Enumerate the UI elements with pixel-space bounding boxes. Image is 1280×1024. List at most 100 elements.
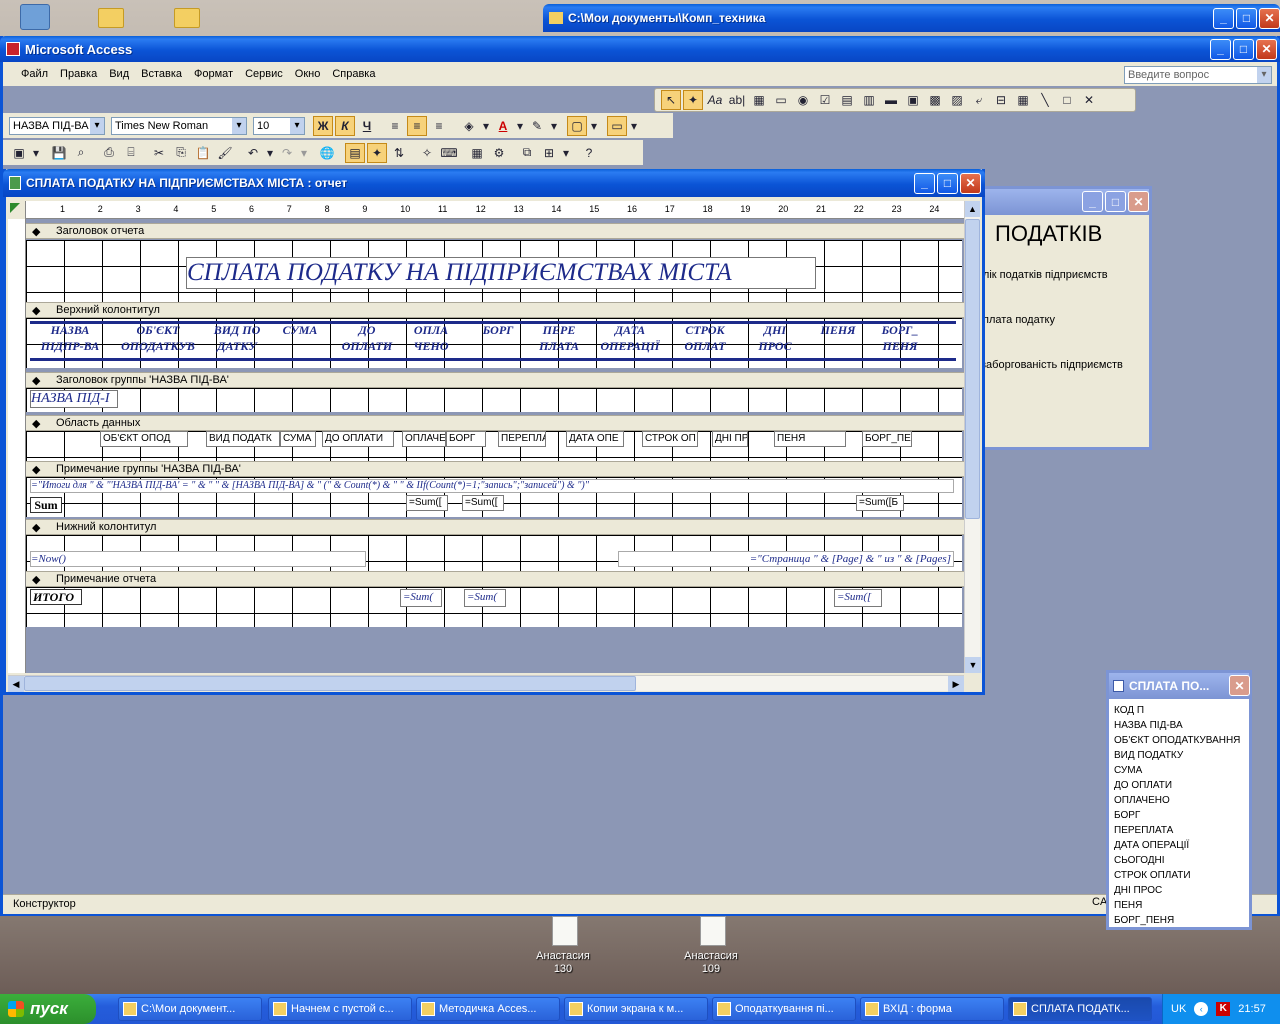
detail-field-textbox[interactable]: ДО ОПЛАТИ <box>322 431 394 447</box>
line-tool-icon[interactable]: ╲ <box>1035 90 1055 110</box>
dropdown-arrow-icon[interactable]: ▾ <box>31 143 41 163</box>
total-label[interactable]: ИТОГО <box>30 589 82 605</box>
column-header-label[interactable]: СТРОК ОПЛАТ <box>678 322 732 354</box>
close-button[interactable]: ✕ <box>960 172 981 194</box>
taskbar-button[interactable]: ВХІД : форма <box>860 997 1004 1021</box>
label-tool-icon[interactable]: Aa <box>705 90 725 110</box>
menu-edit[interactable]: Правка <box>54 68 103 80</box>
taskbar-button[interactable]: СПЛАТА ПОДАТК... <box>1008 997 1152 1021</box>
autoformat-icon[interactable]: ✧ <box>417 143 437 163</box>
field-list-item[interactable]: ВИД ПОДАТКУ <box>1111 748 1247 763</box>
line-width-icon[interactable]: ▭ <box>607 115 627 136</box>
dropdown-arrow-icon[interactable]: ▾ <box>299 143 309 163</box>
form-item[interactable]: плата податку <box>983 314 1055 326</box>
field-list-item[interactable]: ПЕНЯ <box>1111 898 1247 913</box>
control-wizards-icon[interactable]: ✦ <box>683 90 703 110</box>
border-icon[interactable]: ▢ <box>567 115 587 136</box>
field-list-icon[interactable]: ▤ <box>345 142 365 163</box>
undo-icon[interactable]: ↶ <box>243 143 263 163</box>
scroll-thumb[interactable] <box>965 219 980 519</box>
object-select[interactable]: НАЗВА ПІД-ВА <box>9 116 105 135</box>
font-color-icon[interactable]: A <box>493 116 513 136</box>
line-color-icon[interactable]: ✎ <box>527 116 547 136</box>
minimize-button[interactable]: _ <box>1082 191 1103 212</box>
scroll-down-icon[interactable]: ▼ <box>965 657 981 673</box>
print-icon[interactable]: ⎙ <box>99 143 119 163</box>
sum-textbox[interactable]: =Sum([ <box>406 495 448 511</box>
listbox-tool-icon[interactable]: ▥ <box>859 90 879 110</box>
dropdown-arrow-icon[interactable]: ▾ <box>549 116 559 136</box>
underline-button[interactable]: Ч <box>357 116 377 136</box>
column-header-label[interactable]: БОРГ <box>478 322 518 338</box>
taskbar-button[interactable]: Методичка Acces... <box>416 997 560 1021</box>
minimize-button[interactable]: _ <box>1213 7 1234 29</box>
dropdown-arrow-icon[interactable]: ▾ <box>589 116 599 136</box>
explorer-window-titlebar[interactable]: C:\Мои документы\Комп_техника _ □ ✕ <box>543 4 1280 32</box>
dropdown-arrow-icon[interactable]: ▾ <box>481 116 491 136</box>
font-size-select[interactable]: 10 <box>253 116 305 135</box>
jpg-file-icon[interactable] <box>552 916 578 946</box>
detail-field-textbox[interactable]: БОРГ <box>446 431 486 447</box>
sorting-grouping-icon[interactable]: ⇅ <box>389 143 409 163</box>
page-break-icon[interactable]: ⤶ <box>969 90 989 110</box>
maximize-button[interactable]: □ <box>1236 7 1257 29</box>
horizontal-scrollbar[interactable]: ◀ ▶ <box>8 675 964 692</box>
desktop-folder-icon[interactable] <box>174 8 200 28</box>
code-icon[interactable]: ⌨ <box>439 143 459 163</box>
command-button-icon[interactable]: ▬ <box>881 90 901 110</box>
dropdown-arrow-icon[interactable]: ▾ <box>265 143 275 163</box>
field-list-item[interactable]: СТРОК ОПЛАТИ <box>1111 868 1247 883</box>
jpg-file-icon[interactable] <box>700 916 726 946</box>
column-header-label[interactable]: ПЕРЕ ПЛАТА <box>532 322 586 354</box>
help-search-input[interactable]: Введите вопрос <box>1124 66 1272 84</box>
maximize-button[interactable]: □ <box>1233 38 1254 60</box>
dropdown-arrow-icon[interactable]: ▾ <box>629 116 639 136</box>
detail-field-textbox[interactable]: ДАТА ОПЕ <box>566 431 624 447</box>
sum-textbox[interactable]: =Sum([ <box>462 495 504 511</box>
field-list-item[interactable]: СЬОГОДНІ <box>1111 853 1247 868</box>
column-header-label[interactable]: БОРГ_ ПЕНЯ <box>874 322 926 354</box>
language-indicator[interactable]: UK <box>1171 1003 1186 1015</box>
menu-tools[interactable]: Сервис <box>239 68 289 80</box>
detail-field-textbox[interactable]: БОРГ_ПЕ <box>862 431 912 447</box>
section-report-footer[interactable]: ◆ Примечание отчета <box>26 571 966 587</box>
field-list-item[interactable]: БОРГ_ПЕНЯ <box>1111 913 1247 928</box>
hyperlink-icon[interactable]: 🌐 <box>317 143 337 163</box>
align-center-icon[interactable]: ≡ <box>407 115 427 136</box>
minimize-button[interactable]: _ <box>914 172 935 194</box>
field-list-item[interactable]: ОПЛАЧЕНО <box>1111 793 1247 808</box>
taskbar-button[interactable]: Оподаткування пі... <box>712 997 856 1021</box>
field-list-item[interactable]: ДАТА ОПЕРАЦІЇ <box>1111 838 1247 853</box>
form-item[interactable]: облік податків підприємств <box>971 269 1108 281</box>
total-sum-textbox[interactable]: =Sum( <box>464 589 506 607</box>
dropdown-arrow-icon[interactable]: ▾ <box>515 116 525 136</box>
taskbar-button[interactable]: C:\Мои документ... <box>118 997 262 1021</box>
tab-control-icon[interactable]: ⊟ <box>991 90 1011 110</box>
group-field-textbox[interactable]: НАЗВА ПІД-І <box>30 390 118 408</box>
column-header-label[interactable]: ПЕНЯ <box>812 322 864 338</box>
detail-field-textbox[interactable]: ПЕРЕПЛА <box>498 431 546 447</box>
image-tool-icon[interactable]: ▣ <box>903 90 923 110</box>
total-sum-textbox[interactable]: =Sum( <box>400 589 442 607</box>
field-list-item[interactable]: ПЕРЕПЛАТА <box>1111 823 1247 838</box>
report-title-label[interactable]: СПЛАТА ПОДАТКУ НА ПІДПРИЄМСТВАХ МІСТА <box>186 257 816 289</box>
format-painter-icon[interactable]: 🖌 <box>215 143 235 163</box>
total-sum-textbox[interactable]: =Sum([ <box>834 589 882 607</box>
maximize-button[interactable]: □ <box>1105 191 1126 212</box>
close-button[interactable]: ✕ <box>1229 675 1250 696</box>
option-button-icon[interactable]: ◉ <box>793 90 813 110</box>
access-titlebar[interactable]: Microsoft Access _ □ ✕ <box>0 36 1280 62</box>
report-titlebar[interactable]: СПЛАТА ПОДАТКУ НА ПІДПРИЄМСТВАХ МІСТА : … <box>3 169 985 197</box>
clock[interactable]: 21:57 <box>1238 1003 1266 1015</box>
section-report-header[interactable]: ◆ Заголовок отчета <box>26 223 966 239</box>
sum-label[interactable]: Sum <box>30 497 62 513</box>
paste-icon[interactable]: 📋 <box>193 143 213 163</box>
field-list-item[interactable]: ОБ'ЄКТ ОПОДАТКУВАННЯ <box>1111 733 1247 748</box>
rectangle-tool-icon[interactable]: □ <box>1057 90 1077 110</box>
save-icon[interactable]: 💾 <box>49 143 69 163</box>
detail-field-textbox[interactable]: ПЕНЯ <box>774 431 846 447</box>
vertical-scrollbar[interactable]: ▲ ▼ <box>964 201 981 673</box>
field-list-item[interactable]: БОРГ <box>1111 808 1247 823</box>
column-header-label[interactable]: ОПЛА ЧЕНО <box>404 322 458 354</box>
taskbar-button[interactable]: Начнем с пустой с... <box>268 997 412 1021</box>
